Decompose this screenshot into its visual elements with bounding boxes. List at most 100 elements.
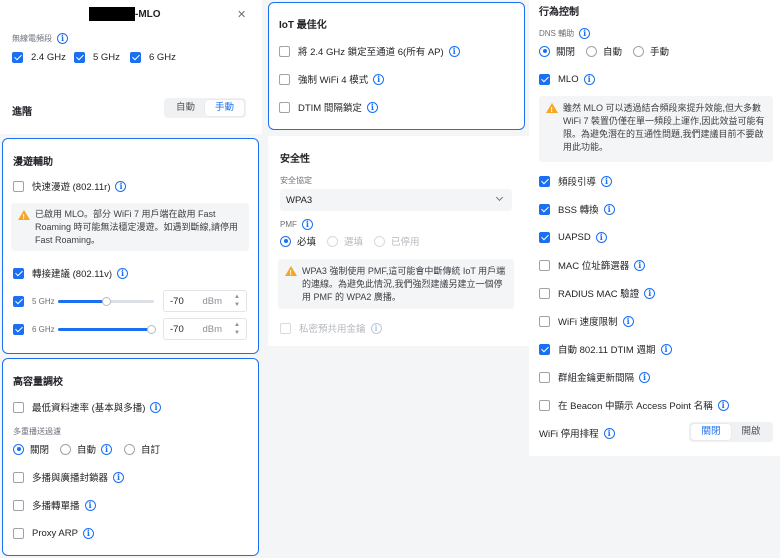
pmf-optional-radio[interactable] (327, 235, 339, 247)
info-icon[interactable]: i (82, 527, 94, 539)
close-icon[interactable]: ✕ (237, 8, 246, 21)
info-icon[interactable]: i (366, 101, 378, 113)
broadcast-block-row[interactable]: 多播與廣播封鎖器 i (13, 469, 125, 485)
band-6g[interactable]: 6 GHz (130, 49, 176, 65)
info-icon[interactable]: i (150, 401, 162, 413)
iot-dtim-row[interactable]: DTIM 間隔鎖定 i (279, 99, 378, 115)
roam-6g-checkbox[interactable] (13, 323, 24, 335)
info-icon[interactable]: i (115, 180, 127, 192)
security-protocol-select[interactable]: WPA3 (280, 189, 512, 211)
transition-checkbox[interactable] (13, 267, 24, 279)
info-icon[interactable]: i (660, 343, 672, 355)
bss-transition-row[interactable]: BSS 轉換 i (539, 201, 615, 217)
proxy-arp-checkbox[interactable] (13, 527, 24, 539)
info-icon[interactable]: i (101, 443, 113, 455)
uapsd-checkbox[interactable] (539, 231, 550, 243)
iot-wifi4-row[interactable]: 強制 WiFi 4 模式 i (279, 71, 385, 87)
roam-5g-checkbox[interactable] (13, 295, 24, 307)
transition-row[interactable]: 轉接建議 (802.11v) i (13, 265, 129, 281)
mac-filter-checkbox[interactable] (539, 259, 550, 271)
info-icon[interactable]: i (84, 499, 96, 511)
uapsd-row[interactable]: UAPSD i (539, 229, 607, 245)
roam-5g-row[interactable]: 5 GHz (13, 293, 55, 309)
roam-6g-input[interactable]: -70 dBm ▲ ▼ (163, 318, 247, 340)
iot-lock-ch6-row[interactable]: 將 2.4 GHz 鎖定至通道 6(所有 AP) i (279, 43, 460, 59)
advanced-manual-option[interactable]: 手動 (205, 100, 244, 116)
radius-mac-row[interactable]: RADIUS MAC 驗證 i (539, 285, 656, 301)
pmf-required-radio[interactable] (280, 235, 291, 247)
info-icon[interactable]: i (57, 32, 68, 44)
wifi-schedule-off-option[interactable]: 關閉 (691, 424, 731, 440)
private-psk-row[interactable]: 私密預共用金鑰 i (280, 320, 382, 336)
band-5g[interactable]: 5 GHz (74, 49, 120, 65)
beacon-name-row[interactable]: 在 Beacon 中顯示 Access Point 名稱 i (539, 397, 729, 413)
multicast-custom-radio[interactable] (124, 443, 136, 455)
multicast-auto-radio[interactable] (60, 443, 72, 455)
min-rate-checkbox[interactable] (13, 401, 24, 413)
roam-5g-input[interactable]: -70 dBm ▲ ▼ (163, 290, 247, 312)
info-icon[interactable]: i (622, 315, 634, 327)
info-icon[interactable]: i (448, 45, 460, 57)
bss-transition-checkbox[interactable] (539, 203, 550, 215)
info-icon[interactable]: i (603, 203, 615, 215)
beacon-name-checkbox[interactable] (539, 399, 550, 411)
dns-off-radio[interactable] (539, 45, 550, 57)
info-icon[interactable]: i (117, 267, 129, 279)
info-icon[interactable]: i (639, 371, 651, 383)
roam-6g-slider[interactable] (58, 324, 156, 334)
info-icon[interactable]: i (644, 287, 656, 299)
proxy-arp-row[interactable]: Proxy ARP i (13, 525, 94, 541)
iot-wifi4-checkbox[interactable] (279, 73, 290, 85)
info-icon[interactable]: i (113, 471, 125, 483)
speed-limit-checkbox[interactable] (539, 315, 550, 327)
radius-mac-checkbox[interactable] (539, 287, 550, 299)
band-5g-checkbox[interactable] (74, 51, 85, 63)
auto-dtim-row[interactable]: 自動 802.11 DTIM 週期 i (539, 341, 672, 357)
private-psk-checkbox[interactable] (280, 322, 291, 334)
auto-dtim-checkbox[interactable] (539, 343, 550, 355)
mcast-to-ucast-checkbox[interactable] (13, 499, 24, 511)
info-icon[interactable]: i (301, 218, 313, 230)
info-icon[interactable]: i (603, 427, 615, 439)
roam-6g-row[interactable]: 6 GHz (13, 321, 55, 337)
info-icon[interactable]: i (634, 259, 646, 271)
dns-manual-radio[interactable] (633, 45, 645, 57)
advanced-auto-option[interactable]: 自動 (166, 100, 205, 116)
iot-dtim-checkbox[interactable] (279, 101, 290, 113)
stepper-icon[interactable]: ▲ ▼ (234, 321, 240, 337)
band-6g-checkbox[interactable] (130, 51, 141, 63)
pmf-disabled-radio[interactable] (374, 235, 386, 247)
band-2g-checkbox[interactable] (12, 51, 23, 63)
roam-5g-slider-knob[interactable] (101, 296, 111, 306)
wifi-schedule-on-option[interactable]: 開啟 (731, 424, 771, 440)
info-icon[interactable]: i (373, 73, 385, 85)
info-icon[interactable]: i (370, 322, 382, 334)
stepper-icon[interactable]: ▲ ▼ (234, 293, 240, 309)
info-icon[interactable]: i (583, 73, 595, 85)
info-icon[interactable]: i (595, 231, 607, 243)
multicast-off-radio[interactable] (13, 443, 24, 455)
band-2g[interactable]: 2.4 GHz (12, 49, 66, 65)
advanced-toggle[interactable]: 自動 手動 (164, 98, 246, 118)
group-rekey-row[interactable]: 群組金鑰更新間隔 i (539, 369, 651, 385)
band-steering-row[interactable]: 頻段引導 i (539, 173, 613, 189)
broadcast-block-checkbox[interactable] (13, 471, 24, 483)
group-rekey-checkbox[interactable] (539, 371, 550, 383)
roam-5g-slider[interactable] (58, 296, 154, 306)
info-icon[interactable]: i (579, 27, 591, 39)
speed-limit-row[interactable]: WiFi 速度限制 i (539, 313, 634, 329)
fast-roaming-row[interactable]: 快速漫遊 (802.11r) i (13, 178, 127, 194)
iot-lock-ch6-checkbox[interactable] (279, 45, 290, 57)
roam-6g-slider-knob[interactable] (146, 324, 156, 334)
mlo-row[interactable]: MLO i (539, 71, 595, 87)
band-steering-checkbox[interactable] (539, 175, 550, 187)
info-icon[interactable]: i (601, 175, 613, 187)
min-rate-row[interactable]: 最低資料速率 (基本與多播) i (13, 399, 162, 415)
info-icon[interactable]: i (717, 399, 729, 411)
mac-filter-row[interactable]: MAC 位址篩選器 i (539, 257, 646, 273)
wifi-schedule-toggle[interactable]: 關閉 開啟 (689, 422, 773, 442)
fast-roaming-checkbox[interactable] (13, 180, 24, 192)
mcast-to-ucast-row[interactable]: 多播轉單播 i (13, 497, 96, 513)
mlo-checkbox[interactable] (539, 73, 550, 85)
dns-auto-radio[interactable] (586, 45, 598, 57)
